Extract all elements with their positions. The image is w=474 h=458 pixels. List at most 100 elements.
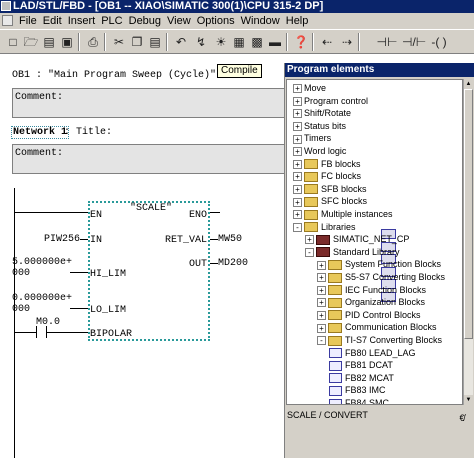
open-icon[interactable]: 🗁	[22, 33, 40, 51]
expand-icon[interactable]: +	[293, 172, 302, 182]
tree-item[interactable]: + Organization Blocks	[317, 296, 425, 308]
tree-item[interactable]: + Communication Blocks	[317, 321, 437, 334]
monitor-icon[interactable]: ☀	[212, 33, 230, 51]
tree-item[interactable]: + System Function Blocks	[317, 258, 441, 271]
folder-icon	[328, 335, 342, 346]
tree-item[interactable]: FB81 DCAT	[329, 359, 393, 371]
menu-window[interactable]: Window	[238, 13, 283, 29]
tree-item[interactable]: FB80 LEAD_LAG	[329, 347, 416, 359]
overview-icon[interactable]: ▦	[230, 33, 248, 51]
expand-icon[interactable]: +	[317, 260, 326, 270]
paste-icon[interactable]: ▤	[146, 33, 164, 51]
menu-debug[interactable]: Debug	[126, 13, 164, 29]
tree-item[interactable]: + FC blocks	[293, 170, 361, 182]
tree-item[interactable]: + PID Control Blocks	[317, 309, 421, 321]
expand-icon[interactable]: +	[293, 184, 302, 194]
menu-file[interactable]: File	[16, 13, 40, 29]
accessible-nodes-icon[interactable]: ▤	[40, 33, 58, 51]
text-icon[interactable]: ▬	[266, 33, 284, 51]
menu-options[interactable]: Options	[194, 13, 238, 29]
expand-icon[interactable]: +	[317, 285, 326, 295]
menu-insert[interactable]: Insert	[65, 13, 99, 29]
tree-item[interactable]: - Standard Library	[305, 246, 400, 258]
program-elements-icon[interactable]: ▩	[248, 33, 266, 51]
program-elements-tree[interactable]: + Move + Program control + Shift/Rotate + Statu…	[286, 79, 463, 405]
expand-icon[interactable]: +	[293, 147, 302, 157]
operand-hi-lim-line1[interactable]: 5.000000e+	[12, 257, 72, 268]
expand-icon[interactable]: +	[317, 323, 326, 333]
tree-item[interactable]: + SFC blocks	[293, 195, 367, 208]
tree-item[interactable]: - Libraries	[293, 221, 356, 233]
tree-item[interactable]: + Move	[293, 82, 396, 239]
collapse-icon[interactable]: -	[305, 247, 314, 257]
expand-icon[interactable]: +	[305, 235, 314, 245]
tree-item[interactable]: + Program control	[293, 95, 396, 252]
tree-item[interactable]: + FB blocks	[293, 158, 361, 170]
forward-icon[interactable]: ⇢	[338, 33, 356, 51]
copy-icon[interactable]: ❐	[128, 33, 146, 51]
tree-item[interactable]: + SFB blocks	[293, 183, 367, 195]
expand-icon[interactable]: +	[293, 210, 302, 220]
tree-item[interactable]: FB83 IMC	[329, 384, 386, 397]
new-icon[interactable]: □	[4, 33, 22, 51]
tree-item[interactable]: + Timers	[293, 132, 396, 290]
expand-icon[interactable]: +	[317, 273, 326, 283]
network-title[interactable]: : Title:	[64, 127, 112, 138]
tree-item[interactable]: + Shift/Rotate	[293, 107, 396, 265]
menu-bar: File Edit Insert PLC Debug View Options Window H…	[0, 13, 474, 29]
collapse-icon[interactable]: -	[317, 336, 326, 346]
menu-help[interactable]: Help	[283, 13, 312, 29]
tree-item[interactable]: FB82 MCAT	[329, 372, 394, 384]
scale-function-block[interactable]: "SCALE" EN ENO IN RET_VAL OUT HI_LIM LO_…	[88, 201, 210, 341]
expand-icon[interactable]: +	[293, 96, 302, 106]
tree-item[interactable]: - TI-S7 Converting Blocks	[317, 334, 442, 346]
menu-edit[interactable]: Edit	[40, 13, 65, 29]
expand-icon[interactable]: +	[317, 298, 326, 308]
ladder-editor[interactable]: OB1 : "Main Program Sweep (Cycle)" Comme…	[0, 54, 284, 458]
print-icon[interactable]: ⎙	[84, 33, 102, 51]
block-comment-box[interactable]: Comment:	[12, 88, 284, 118]
block-name: "SCALE"	[130, 203, 173, 214]
tree-item[interactable]: + Status bits	[293, 120, 396, 277]
tree-item[interactable]: + Multiple instances	[293, 208, 393, 220]
operand-bipolar[interactable]: M0.0	[36, 317, 60, 328]
expand-icon[interactable]: +	[293, 84, 302, 94]
coil-icon[interactable]: -( )	[428, 33, 450, 51]
expand-icon[interactable]: +	[317, 310, 326, 320]
tree-item[interactable]: FB84 SMC	[329, 397, 389, 404]
tree-item[interactable]: + IEC Function Blocks	[317, 284, 426, 296]
normally-closed-contact-icon[interactable]: ⊣/⊢	[402, 33, 426, 51]
expand-icon[interactable]: +	[293, 159, 302, 169]
tree-scrollbar[interactable]: ▲ ▼	[463, 79, 473, 405]
operand-ret-val[interactable]: MW50	[218, 234, 242, 245]
menu-view[interactable]: View	[164, 13, 194, 29]
operand-lo-lim-line1[interactable]: 0.000000e+	[12, 293, 72, 304]
normally-open-contact-icon[interactable]: ⊣⊢	[376, 33, 398, 51]
tree-item[interactable]: + Word logic	[293, 145, 396, 302]
operand-in[interactable]: PIW256	[44, 234, 80, 245]
collapse-icon[interactable]: -	[293, 222, 302, 232]
back-icon[interactable]: ⇠	[318, 33, 336, 51]
operand-lo-lim-line2[interactable]: 000	[12, 304, 30, 315]
menu-plc[interactable]: PLC	[98, 13, 125, 29]
expand-icon[interactable]: +	[293, 121, 302, 131]
operand-hi-lim-line2[interactable]: 000	[12, 268, 30, 279]
operand-out[interactable]: MD200	[218, 258, 248, 269]
document-system-menu-icon[interactable]	[2, 15, 13, 26]
euro-conversion-icon[interactable]: €̸	[454, 413, 470, 427]
scroll-up-icon[interactable]: ▲	[464, 79, 473, 89]
scroll-thumb[interactable]	[464, 89, 473, 339]
download-icon[interactable]: ↯	[192, 33, 210, 51]
scroll-down-icon[interactable]: ▼	[464, 395, 473, 405]
cut-icon[interactable]: ✂	[110, 33, 128, 51]
expand-icon[interactable]: +	[293, 109, 302, 119]
save-icon[interactable]: ▣	[58, 33, 76, 51]
network-comment-box[interactable]: Comment:	[12, 144, 284, 174]
undo-icon[interactable]: ↶	[172, 33, 190, 51]
expand-icon[interactable]: +	[293, 134, 302, 144]
expand-icon[interactable]: +	[293, 197, 302, 207]
network-label[interactable]: Network 1	[11, 126, 70, 139]
tree-item[interactable]: + S5-S7 Converting Blocks	[317, 271, 445, 283]
tree-item[interactable]: + SIMATIC_NET_CP	[305, 233, 409, 245]
help-icon[interactable]: ❓	[292, 33, 310, 51]
